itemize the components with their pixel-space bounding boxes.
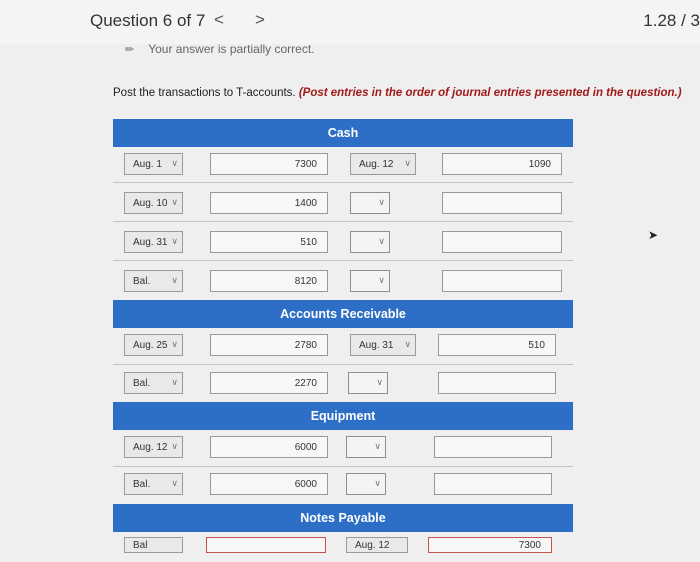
chevron-down-icon: ∨ — [378, 275, 385, 285]
balance-input[interactable]: 2270 — [210, 372, 328, 394]
account-header-notes-payable: Notes Payable — [113, 504, 573, 532]
chevron-down-icon: ∨ — [378, 236, 385, 246]
date-value: Bal. — [133, 478, 151, 490]
instructions: Post the transactions to T-accounts. (Po… — [113, 87, 682, 99]
chevron-down-icon: ∨ — [171, 478, 178, 488]
instructions-emphasis: (Post entries in the order of journal en… — [298, 87, 682, 99]
amount-input[interactable] — [438, 372, 556, 394]
date-select[interactable]: ∨ — [350, 192, 390, 214]
chevron-down-icon: ∨ — [376, 377, 383, 387]
date-select[interactable]: ∨ — [346, 436, 386, 458]
balance-input[interactable]: 6000 — [210, 473, 328, 495]
date-select[interactable]: Aug. 31 ∨ — [350, 334, 416, 356]
date-select[interactable]: ∨ — [346, 473, 386, 495]
amount-input[interactable] — [442, 270, 562, 292]
date-value: Aug. 31 — [359, 339, 394, 351]
balance-input[interactable]: 8120 — [210, 270, 328, 292]
question-content: ✏ Your answer is partially correct. Post … — [0, 42, 700, 562]
account-header-equipment: Equipment — [113, 402, 573, 430]
amount-input[interactable]: 6000 — [210, 436, 328, 458]
chevron-down-icon: ∨ — [171, 236, 178, 246]
date-value: Aug. 1 — [133, 158, 162, 170]
row-divider — [113, 221, 573, 222]
amount-input[interactable]: 510 — [438, 334, 556, 356]
chevron-down-icon: ∨ — [171, 197, 178, 207]
date-value: Aug. 25 — [133, 339, 168, 351]
date-value: Bal. — [133, 275, 151, 287]
chevron-down-icon: ∨ — [404, 158, 411, 168]
account-header-cash: Cash — [113, 119, 573, 147]
date-value: Aug. 10 — [133, 197, 168, 209]
next-question-button[interactable]: > — [255, 10, 265, 30]
date-select[interactable]: Bal. ∨ — [124, 473, 183, 495]
date-select[interactable]: ∨ — [350, 270, 390, 292]
chevron-down-icon: ∨ — [171, 441, 178, 451]
question-counter: Question 6 of 7 — [90, 11, 206, 30]
date-select[interactable]: Aug. 31 ∨ — [124, 231, 183, 253]
amount-input[interactable]: 510 — [210, 231, 328, 253]
chevron-down-icon: ∨ — [171, 377, 178, 387]
chevron-down-icon: ∨ — [374, 478, 381, 488]
mouse-cursor-icon: ➤ — [648, 228, 659, 242]
status-message: ✏ Your answer is partially correct. — [125, 42, 315, 56]
amount-input[interactable] — [434, 436, 552, 458]
date-select[interactable]: Aug. 1 ∨ — [124, 153, 183, 175]
date-value: Bal — [133, 539, 148, 551]
date-value: Aug. 12 — [359, 158, 394, 170]
date-select[interactable]: Aug. 12 — [346, 537, 408, 553]
chevron-down-icon: ∨ — [404, 339, 411, 349]
amount-input[interactable]: 2780 — [210, 334, 328, 356]
amount-input[interactable] — [442, 192, 562, 214]
amount-input[interactable]: 1090 — [442, 153, 562, 175]
date-select[interactable]: Bal — [124, 537, 183, 553]
date-select[interactable]: ∨ — [348, 372, 388, 394]
date-select[interactable]: Bal. ∨ — [124, 372, 183, 394]
chevron-down-icon: ∨ — [171, 158, 178, 168]
date-select[interactable]: Aug. 25 ∨ — [124, 334, 183, 356]
score-display: 1.28 / 3 — [643, 11, 700, 30]
amount-input[interactable] — [442, 231, 562, 253]
date-select[interactable]: Aug. 10 ∨ — [124, 192, 183, 214]
chevron-down-icon: ∨ — [378, 197, 385, 207]
amount-input[interactable] — [434, 473, 552, 495]
amount-input[interactable]: 7300 — [428, 537, 552, 553]
date-select[interactable]: Bal. ∨ — [124, 270, 183, 292]
date-value: Aug. 12 — [355, 539, 390, 551]
row-divider — [113, 182, 573, 183]
instructions-text: Post the transactions to T-accounts. — [113, 87, 296, 99]
amount-input[interactable]: 7300 — [210, 153, 328, 175]
amount-input[interactable]: 1400 — [210, 192, 328, 214]
amount-input[interactable] — [206, 537, 326, 553]
top-bar: Question 6 of 7 < > 1.28 / 3 — [0, 0, 700, 45]
date-select[interactable]: Aug. 12 ∨ — [124, 436, 183, 458]
account-header-accounts-receivable: Accounts Receivable — [113, 300, 573, 328]
date-select[interactable]: Aug. 12 ∨ — [350, 153, 416, 175]
pencil-icon: ✏ — [125, 44, 135, 56]
chevron-down-icon: ∨ — [171, 275, 178, 285]
row-divider — [113, 364, 573, 365]
previous-question-button[interactable]: < — [214, 10, 224, 30]
date-select[interactable]: ∨ — [350, 231, 390, 253]
row-divider — [113, 466, 573, 467]
chevron-down-icon: ∨ — [374, 441, 381, 451]
row-divider — [113, 260, 573, 261]
status-text: Your answer is partially correct. — [148, 42, 315, 56]
date-value: Bal. — [133, 377, 151, 389]
date-value: Aug. 12 — [133, 441, 168, 453]
date-value: Aug. 31 — [133, 236, 168, 248]
chevron-down-icon: ∨ — [171, 339, 178, 349]
